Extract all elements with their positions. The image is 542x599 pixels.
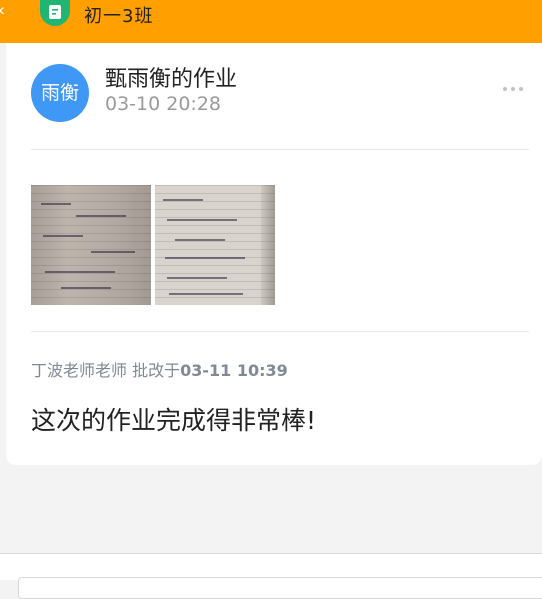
review-label: 批改于 xyxy=(132,361,181,380)
divider xyxy=(31,149,529,150)
homework-image-1[interactable] xyxy=(31,185,151,305)
avatar[interactable]: 雨衡 xyxy=(31,64,89,122)
notebook-icon xyxy=(40,0,70,26)
teacher-name: 丁波老师老师 xyxy=(31,361,128,380)
comment-input[interactable] xyxy=(18,577,542,599)
review-time: 03-11 10:39 xyxy=(180,361,288,380)
review-info: 丁波老师老师 批改于03-11 10:39 xyxy=(31,357,288,381)
class-name: 初一3班 xyxy=(84,6,154,27)
bottom-bar xyxy=(0,554,542,599)
post-time: 03-10 20:28 xyxy=(105,93,222,115)
top-bar: ‹ 初一3班 xyxy=(0,0,542,43)
more-button[interactable] xyxy=(503,87,531,99)
homework-card: 雨衡 甄雨衡的作业 03-10 20:28 丁波老师老师 批改于03-11 10… xyxy=(6,43,542,465)
more-dot xyxy=(519,87,523,91)
teacher-comment: 这次的作业完成得非常棒! xyxy=(31,406,317,435)
homework-title: 甄雨衡的作业 xyxy=(105,67,238,92)
back-icon[interactable]: ‹ xyxy=(0,0,5,22)
more-dot xyxy=(511,87,515,91)
homework-image-2[interactable] xyxy=(155,185,275,305)
more-dot xyxy=(503,87,507,91)
divider xyxy=(31,331,529,332)
